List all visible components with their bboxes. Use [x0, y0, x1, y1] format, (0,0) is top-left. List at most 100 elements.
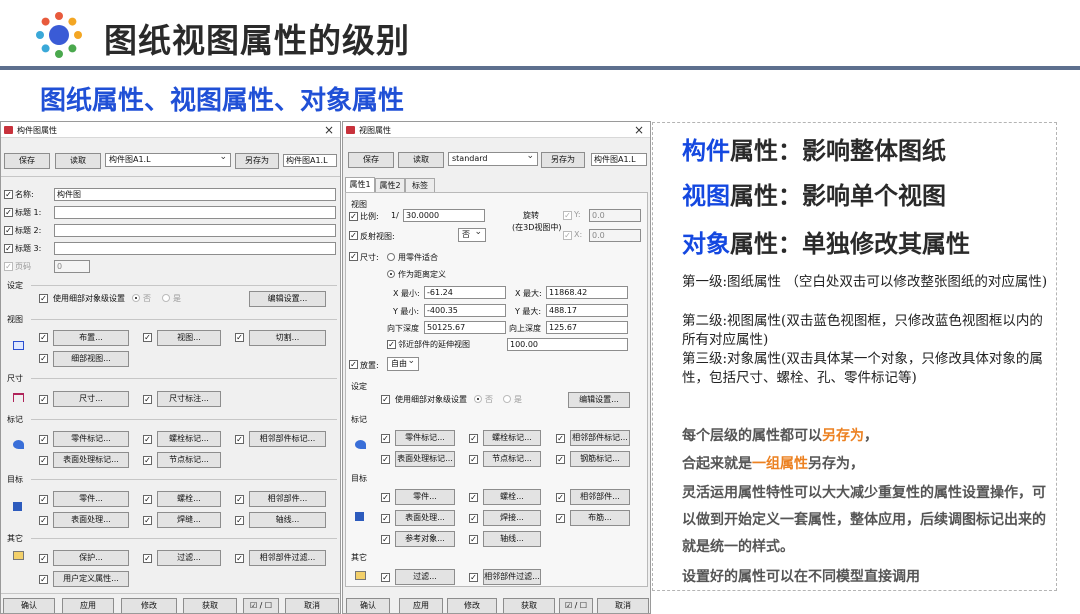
- size-checkbox[interactable]: ✓: [349, 252, 358, 261]
- read-button[interactable]: 读取: [398, 152, 444, 168]
- bolt-mark-checkbox[interactable]: ✓: [469, 434, 478, 443]
- get-button[interactable]: 获取: [183, 598, 237, 613]
- saveas-button[interactable]: 另存为: [541, 152, 585, 168]
- rotate-y-input[interactable]: 0.0: [589, 209, 641, 222]
- title3-input[interactable]: [54, 242, 336, 255]
- cut-checkbox[interactable]: ✓: [235, 333, 244, 342]
- ymax-input[interactable]: 488.17: [546, 304, 628, 317]
- bolt-button[interactable]: 螺栓...: [157, 491, 221, 507]
- modify-button[interactable]: 修改: [447, 598, 497, 613]
- title2-input[interactable]: [54, 224, 336, 237]
- read-button[interactable]: 读取: [55, 153, 101, 169]
- filter-checkbox[interactable]: ✓: [143, 554, 152, 563]
- rebar-checkbox[interactable]: ✓: [556, 514, 565, 523]
- place-checkbox[interactable]: ✓: [349, 360, 358, 369]
- adj-filter-button[interactable]: 相邻部件过滤...: [249, 550, 326, 566]
- surf-mark-checkbox[interactable]: ✓: [39, 456, 48, 465]
- protect-button[interactable]: 保护...: [53, 550, 129, 566]
- surf-checkbox[interactable]: ✓: [381, 514, 390, 523]
- dim-checkbox[interactable]: ✓: [39, 395, 48, 404]
- part-mark-button[interactable]: 零件标记...: [395, 430, 455, 446]
- weld-button[interactable]: 焊接...: [483, 510, 541, 526]
- surf-mark-checkbox[interactable]: ✓: [381, 455, 390, 464]
- surf-checkbox[interactable]: ✓: [39, 516, 48, 525]
- filter-button[interactable]: 过滤...: [157, 550, 221, 566]
- rebar-mark-button[interactable]: 钢筋标记...: [570, 451, 630, 467]
- title2-checkbox[interactable]: ✓: [4, 226, 13, 235]
- detail-no-radio[interactable]: [474, 395, 482, 403]
- dim-mark-button[interactable]: 尺寸标注...: [157, 391, 221, 407]
- name-input[interactable]: 构件图: [54, 188, 336, 201]
- xmin-input[interactable]: -61.24: [424, 286, 506, 299]
- weld-button[interactable]: 焊缝...: [157, 512, 221, 528]
- save-button[interactable]: 保存: [348, 152, 394, 168]
- extend-checkbox[interactable]: ✓: [387, 340, 396, 349]
- node-mark-button[interactable]: 节点标记...: [157, 452, 221, 468]
- adj-part-checkbox[interactable]: ✓: [235, 495, 244, 504]
- surf-mark-button[interactable]: 表面处理标记...: [395, 451, 455, 467]
- saveas-input[interactable]: 构件图A1.L: [283, 154, 337, 167]
- depth-up-input[interactable]: 125.67: [546, 321, 628, 334]
- dim-mark-checkbox[interactable]: ✓: [143, 395, 152, 404]
- view-checkbox[interactable]: ✓: [143, 333, 152, 342]
- rebar-button[interactable]: 布筋...: [570, 510, 630, 526]
- axis-button[interactable]: 轴线...: [483, 531, 541, 547]
- part-checkbox[interactable]: ✓: [381, 493, 390, 502]
- scale-input[interactable]: 30.0000: [403, 209, 485, 222]
- adj-part-checkbox[interactable]: ✓: [556, 493, 565, 502]
- adj-part-button[interactable]: 相邻部件...: [570, 489, 630, 505]
- rotate-x-input[interactable]: 0.0: [589, 229, 641, 242]
- node-mark-checkbox[interactable]: ✓: [143, 456, 152, 465]
- view-button[interactable]: 视图...: [157, 330, 221, 346]
- protect-checkbox[interactable]: ✓: [39, 554, 48, 563]
- cancel-button[interactable]: 取消: [597, 598, 649, 613]
- close-icon[interactable]: ×: [634, 123, 644, 137]
- detail-yes-radio[interactable]: [503, 395, 511, 403]
- scale-checkbox[interactable]: ✓: [349, 212, 358, 221]
- extend-input[interactable]: 100.00: [507, 338, 628, 351]
- title1-input[interactable]: [54, 206, 336, 219]
- save-button[interactable]: 保存: [4, 153, 50, 169]
- title3-checkbox[interactable]: ✓: [4, 244, 13, 253]
- surf-button[interactable]: 表面处理...: [53, 512, 129, 528]
- fit-part-radio[interactable]: [387, 253, 395, 261]
- rotate-x-checkbox[interactable]: ✓: [563, 231, 572, 240]
- apply-button[interactable]: 应用: [399, 598, 443, 613]
- detail-no-radio[interactable]: [132, 294, 140, 302]
- mirror-select[interactable]: 否: [458, 228, 486, 242]
- page-checkbox[interactable]: ✓: [4, 262, 13, 271]
- ref-button[interactable]: 参考对象...: [395, 531, 455, 547]
- use-detail-checkbox[interactable]: ✓: [381, 395, 390, 404]
- part-mark-button[interactable]: 零件标记...: [53, 431, 129, 447]
- bolt-button[interactable]: 螺栓...: [483, 489, 541, 505]
- detail-view-button[interactable]: 细部视图...: [53, 351, 129, 367]
- mirror-checkbox[interactable]: ✓: [349, 231, 358, 240]
- cancel-button[interactable]: 取消: [285, 598, 339, 613]
- apply-button[interactable]: 应用: [62, 598, 114, 613]
- as-defined-radio[interactable]: [387, 270, 395, 278]
- axis-checkbox[interactable]: ✓: [469, 535, 478, 544]
- edit-settings-button[interactable]: 编辑设置...: [249, 291, 326, 307]
- adj-mark-button[interactable]: 相邻部件标记...: [249, 431, 326, 447]
- bolt-mark-button[interactable]: 螺栓标记...: [483, 430, 541, 446]
- toggle-all-button[interactable]: ☑ / ☐: [243, 598, 279, 613]
- saveas-input[interactable]: 构件图A1.L: [591, 153, 647, 166]
- toggle-all-button[interactable]: ☑ / ☐: [559, 598, 593, 613]
- adj-filter-checkbox[interactable]: ✓: [469, 573, 478, 582]
- xmax-input[interactable]: 11868.42: [546, 286, 628, 299]
- modify-button[interactable]: 修改: [121, 598, 177, 613]
- edit-settings-button[interactable]: 编辑设置...: [568, 392, 630, 408]
- preset-select[interactable]: standard: [448, 152, 538, 166]
- axis-button[interactable]: 轴线...: [249, 512, 326, 528]
- adj-mark-checkbox[interactable]: ✓: [556, 434, 565, 443]
- ok-button[interactable]: 确认: [346, 598, 390, 613]
- bolt-checkbox[interactable]: ✓: [469, 493, 478, 502]
- node-mark-button[interactable]: 节点标记...: [483, 451, 541, 467]
- dim-button[interactable]: 尺寸...: [53, 391, 129, 407]
- tab-attr2[interactable]: 属性2: [375, 178, 405, 193]
- rotate-y-checkbox[interactable]: ✓: [563, 211, 572, 220]
- user-attr-checkbox[interactable]: ✓: [39, 575, 48, 584]
- weld-checkbox[interactable]: ✓: [143, 516, 152, 525]
- user-attr-button[interactable]: 用户定义属性...: [53, 571, 129, 587]
- filter-button[interactable]: 过滤...: [395, 569, 455, 585]
